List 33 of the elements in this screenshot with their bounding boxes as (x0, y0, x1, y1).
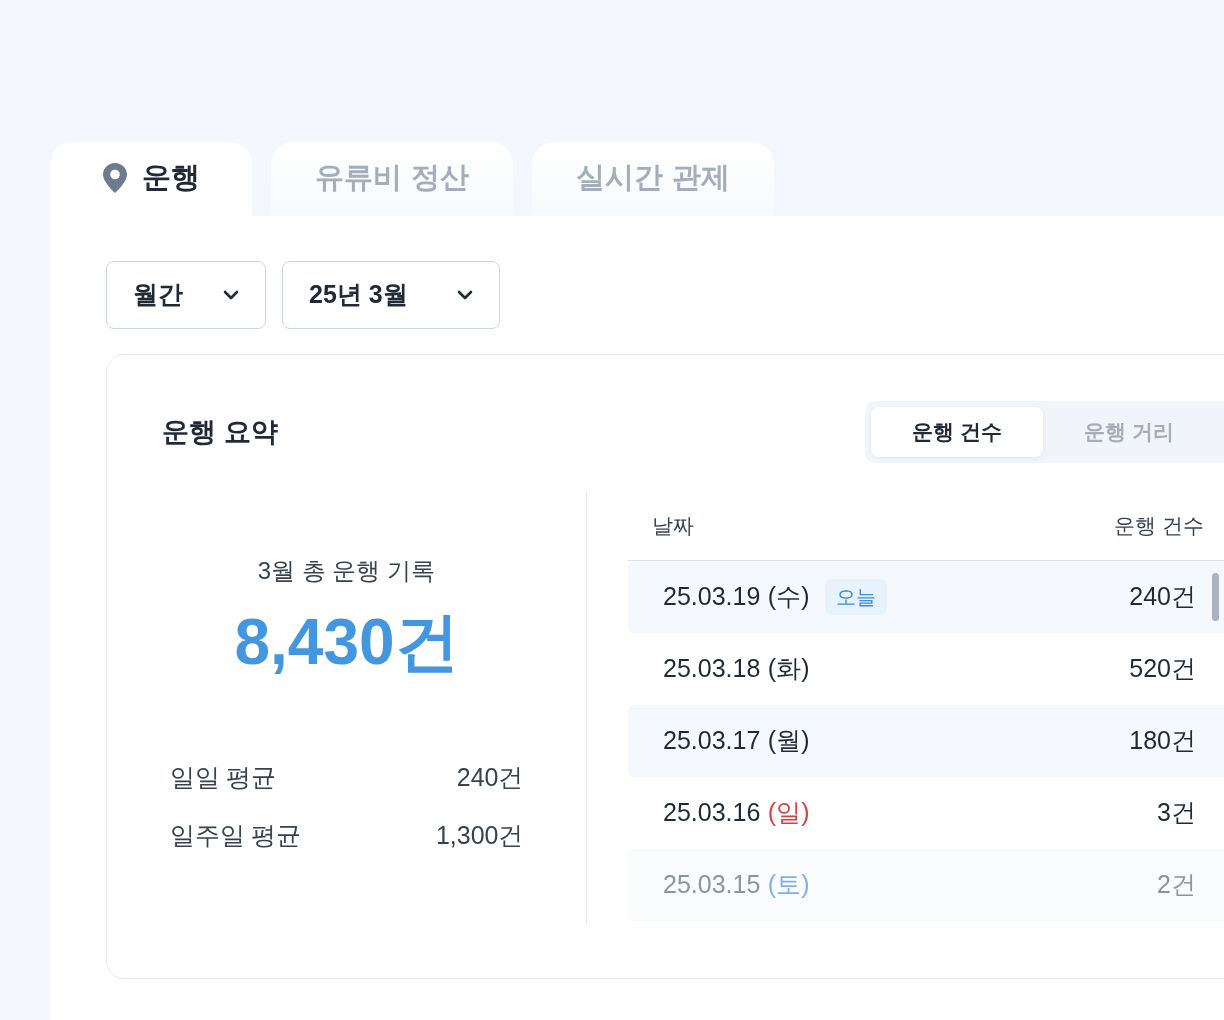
card-title: 운행 요약 (162, 415, 278, 449)
count-cell-text: 3건 (1157, 797, 1196, 829)
total-label: 3월 총 운행 기록 (257, 556, 436, 586)
date-text: 25.03.19 (663, 581, 761, 613)
date-text: 25.03.16 (663, 797, 761, 829)
average-label: 일주일 평균 (169, 819, 302, 851)
count-cell-text: 180건 (1129, 725, 1196, 757)
weekday-text: (토) (767, 869, 810, 901)
chevron-down-icon (223, 290, 239, 300)
chevron-down-icon (457, 290, 473, 300)
segment-tab[interactable]: 운행 건수 (871, 407, 1043, 457)
weekday-text: (일) (767, 797, 810, 829)
date-text: 25.03.18 (663, 653, 761, 685)
weekday-text: (화) (767, 653, 810, 685)
today-badge: 오늘 (825, 579, 888, 615)
count-cell-text: 240건 (1129, 581, 1196, 613)
scrollbar-thumb[interactable] (1212, 573, 1219, 621)
date-text: 25.03.15 (663, 869, 761, 901)
weekday-text: (월) (767, 725, 810, 757)
average-value: 1,300건 (435, 819, 524, 851)
map-pin-icon (102, 161, 128, 194)
weekday-text: (수) (767, 581, 810, 613)
column-header: 날짜 (652, 512, 694, 539)
dropdown[interactable]: 25년 3월 (282, 261, 500, 329)
date-text: 25.03.17 (663, 725, 761, 757)
average-value: 240건 (456, 762, 524, 794)
average-label: 일일 평균 (169, 762, 277, 794)
column-header: 운행 건수 (1114, 512, 1204, 539)
count-cell-text: 520건 (1129, 653, 1196, 685)
tab[interactable]: 운행 (50, 142, 252, 216)
dropdown[interactable]: 월간 (106, 261, 266, 329)
total-value: 8,430건 (234, 607, 459, 678)
count-cell-text: 2건 (1157, 869, 1196, 901)
